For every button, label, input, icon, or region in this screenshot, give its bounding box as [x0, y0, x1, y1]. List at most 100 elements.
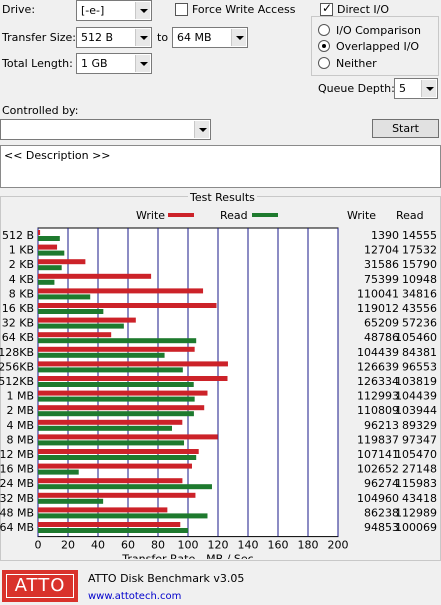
x-tick-label: 40 [91, 539, 105, 552]
test-results-title: Test Results [188, 191, 257, 204]
read-value-label: 96553 [402, 360, 437, 373]
transfer-size-to-select[interactable]: 64 MB [172, 27, 248, 48]
read-value-label: 17532 [402, 244, 437, 257]
read-value-label: 100069 [395, 521, 437, 534]
category-label: 8 KB [9, 287, 34, 300]
description-box[interactable]: << Description >> [0, 145, 441, 188]
force-write-checkbox[interactable] [175, 3, 188, 16]
write-bar [38, 259, 86, 265]
write-bar [38, 361, 228, 367]
read-value-label: 10948 [402, 273, 437, 286]
controlled-by-label: Controlled by: [2, 104, 79, 117]
write-value-label: 104439 [357, 346, 399, 359]
website-link[interactable]: www.attotech.com [88, 590, 181, 603]
category-label: 1 MB [6, 390, 34, 403]
category-label: 24 MB [0, 477, 34, 490]
write-value-label: 1390 [371, 229, 399, 242]
category-label: 512 B [2, 229, 34, 242]
read-value-label: 105470 [395, 448, 437, 461]
queue-depth-value: 5 [399, 82, 406, 95]
read-bar [38, 425, 172, 431]
read-bar [38, 440, 185, 446]
controlled-by-select[interactable] [0, 119, 211, 140]
read-bar [38, 323, 124, 329]
read-legend-label: Read [220, 209, 248, 222]
write-legend-swatch [168, 213, 194, 217]
read-bar [38, 367, 183, 373]
io-comparison-label: I/O Comparison [336, 24, 421, 37]
chevron-down-icon [231, 29, 246, 46]
drive-value: [-e-] [81, 4, 105, 17]
x-tick-label: 0 [35, 539, 42, 552]
read-bar [38, 309, 104, 314]
write-value-label: 86238 [364, 506, 399, 519]
write-bar [38, 376, 228, 381]
read-value-label: 43556 [402, 302, 437, 315]
x-tick-label: 140 [238, 539, 259, 552]
category-label: 2 KB [9, 258, 34, 271]
total-length-label: Total Length: [2, 57, 73, 70]
write-bar [38, 230, 41, 235]
read-bar [38, 484, 212, 490]
write-value-label: 96213 [364, 419, 399, 432]
chevron-down-icon [135, 55, 150, 72]
x-tick-label: 60 [121, 539, 135, 552]
read-value-label: 103819 [395, 375, 437, 388]
read-bar [38, 352, 165, 358]
queue-depth-label: Queue Depth: [318, 82, 395, 95]
drive-label: Drive: [2, 3, 36, 16]
write-column-header: Write [347, 209, 377, 222]
category-label: 8 MB [6, 433, 34, 446]
category-label: 1 KB [9, 244, 34, 257]
write-value-label: 31586 [364, 258, 399, 271]
read-bar [38, 396, 195, 402]
direct-io-checkbox[interactable] [320, 1, 333, 16]
read-value-label: 89329 [402, 419, 437, 432]
category-label: 12 MB [0, 448, 34, 461]
category-label: 128KB [0, 346, 34, 359]
neither-radio[interactable] [318, 57, 330, 69]
read-value-label: 34816 [402, 287, 437, 300]
drive-select[interactable]: [-e-] [76, 0, 152, 21]
write-value-label: 112993 [357, 390, 399, 403]
read-bar [38, 455, 197, 460]
read-bar [38, 411, 194, 417]
read-column-header: Read [396, 209, 424, 222]
x-tick-label: 200 [328, 539, 349, 552]
x-tick-label: 80 [151, 539, 165, 552]
write-value-label: 126639 [357, 360, 399, 373]
write-bar [38, 244, 58, 250]
write-bar [38, 346, 195, 352]
read-value-label: 57236 [402, 317, 437, 330]
queue-depth-select[interactable]: 5 [394, 78, 438, 99]
read-value-label: 14555 [402, 229, 437, 242]
x-tick-label: 100 [178, 539, 199, 552]
transfer-size-from-select[interactable]: 512 B [76, 27, 152, 48]
read-bar [38, 294, 91, 300]
product-title: ATTO Disk Benchmark v3.05 [88, 572, 245, 585]
read-bar [38, 338, 197, 344]
write-bar [38, 288, 204, 294]
transfer-to-value: 64 MB [177, 31, 212, 44]
chevron-down-icon [421, 80, 436, 97]
overlapped-io-radio[interactable] [318, 40, 330, 52]
start-button[interactable]: Start [372, 119, 439, 138]
total-length-value: 1 GB [81, 57, 108, 70]
x-tick-label: 120 [208, 539, 229, 552]
x-tick-label: 160 [268, 539, 289, 552]
io-comparison-radio[interactable] [318, 24, 330, 36]
x-axis-label: Transfer Rate - MB / Sec [121, 553, 253, 559]
write-value-label: 12704 [364, 244, 399, 257]
write-bar [38, 478, 183, 484]
read-bar [38, 236, 60, 241]
total-length-select[interactable]: 1 GB [76, 53, 152, 74]
write-legend-label: Write [136, 209, 166, 222]
read-value-label: 115983 [395, 477, 437, 490]
write-bar [38, 463, 192, 469]
category-label: 64 MB [0, 521, 34, 534]
write-bar [38, 449, 199, 454]
write-bar [38, 522, 181, 527]
read-value-label: 103944 [395, 404, 437, 417]
write-bar [38, 434, 218, 440]
category-label: 64 KB [2, 331, 34, 344]
